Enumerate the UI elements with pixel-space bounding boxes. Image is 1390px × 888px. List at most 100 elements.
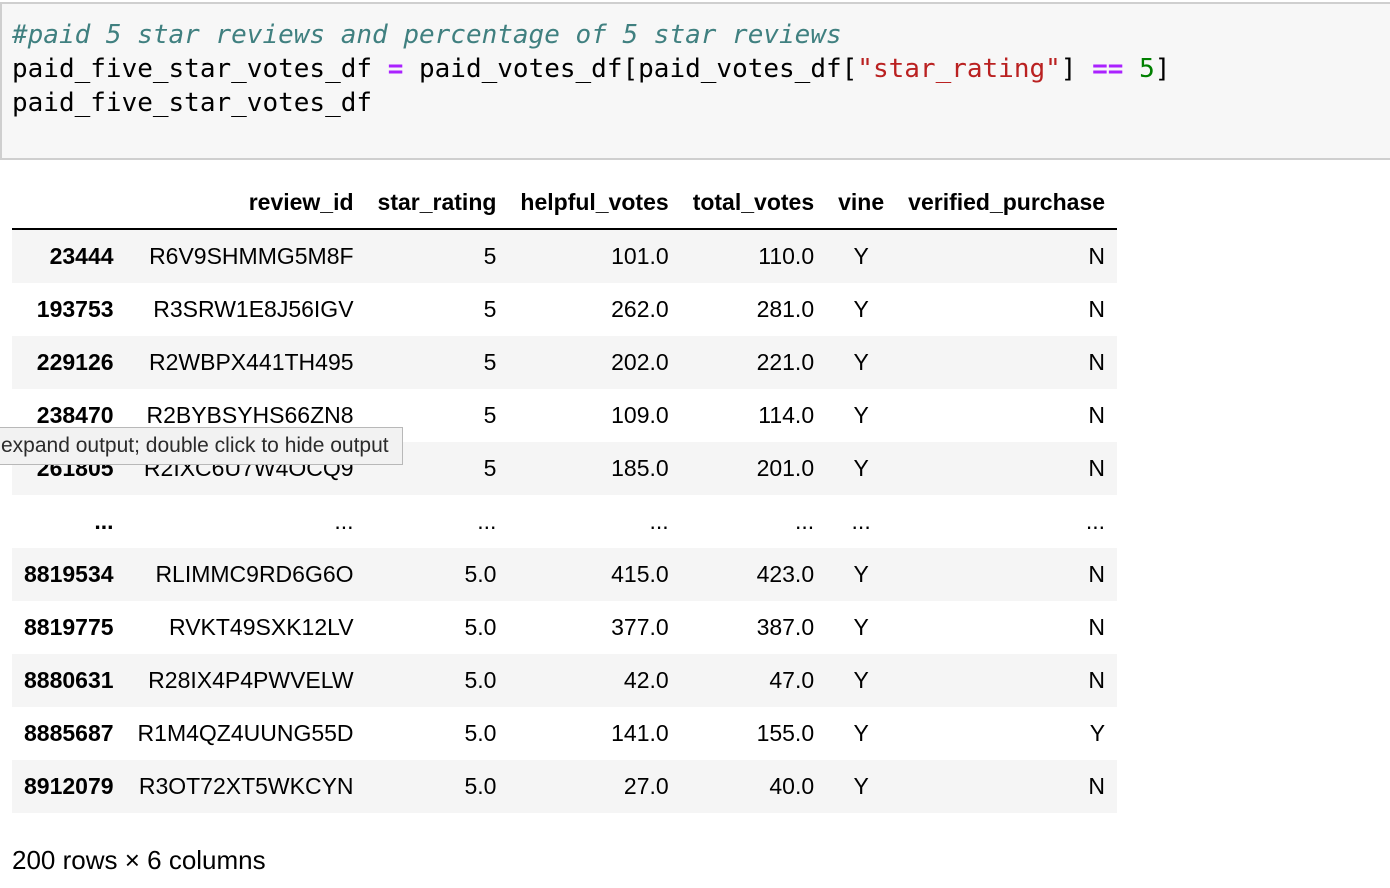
cell-total-votes: 114.0	[758, 402, 815, 428]
cell-verified-purchase: N	[1088, 773, 1106, 799]
table-header: review_id star_rating helpful_votes tota…	[12, 176, 1118, 230]
cell-vine: Y	[853, 243, 869, 269]
cell-verified-purchase: N	[1088, 402, 1106, 428]
header-review-id: review_id	[125, 176, 366, 230]
cell-star-rating: 5.0	[464, 614, 497, 640]
cell-star-rating: 5.0	[464, 773, 497, 799]
cell-review-id: R2WBPX441TH495	[149, 349, 354, 375]
cell-helpful-votes: 101.0	[611, 243, 669, 269]
cell-verified-purchase: N	[1088, 667, 1106, 693]
cell-verified-purchase: Y	[1089, 720, 1106, 746]
code-index-expr: paid_votes_df[paid_votes_df[	[403, 54, 858, 84]
header-helpful-votes: helpful_votes	[508, 176, 681, 230]
table-row: 193753 R3SRW1E8J56IGV 5 262.0 281.0 Y N	[12, 283, 1118, 336]
code-output-expr: paid_five_star_votes_df	[12, 88, 373, 118]
row-index: 23444	[49, 243, 114, 269]
header-row: review_id star_rating helpful_votes tota…	[12, 176, 1118, 230]
cell-verified-purchase: N	[1088, 614, 1106, 640]
table-body: 23444 R6V9SHMMG5M8F 5 101.0 110.0 Y N 19…	[12, 229, 1118, 813]
table-row: 8819534 RLIMMC9RD6G6O 5.0 415.0 423.0 Y …	[12, 548, 1118, 601]
table-row: 23444 R6V9SHMMG5M8F 5 101.0 110.0 Y N	[12, 229, 1118, 283]
row-index: ...	[94, 508, 114, 534]
code-assign-operator: =	[387, 54, 404, 84]
cell-review-id: R3OT72XT5WKCYN	[138, 773, 354, 799]
cell-helpful-votes: 42.0	[623, 667, 669, 693]
code-lhs: paid_five_star_votes_df	[12, 54, 388, 84]
cell-verified-purchase: N	[1088, 561, 1106, 587]
cell-vine: Y	[853, 296, 869, 322]
cell-star-rating: 5.0	[464, 667, 497, 693]
cell-star-rating: 5	[483, 349, 497, 375]
code-comment: #paid 5 star reviews and percentage of 5…	[12, 20, 842, 50]
cell-vine: Y	[853, 614, 869, 640]
cell-verified-purchase: N	[1088, 296, 1106, 322]
table-row: 8912079 R3OT72XT5WKCYN 5.0 27.0 40.0 Y N	[12, 760, 1118, 813]
header-vine: vine	[826, 176, 897, 230]
row-index: 8819534	[24, 561, 114, 587]
dataframe-shape-note: 200 rows × 6 columns	[12, 845, 266, 875]
code-string-literal: "star_rating"	[857, 54, 1061, 84]
header-verified-purchase: verified_purchase	[896, 176, 1118, 230]
output-toggle-tooltip: expand output; double click to hide outp…	[0, 427, 403, 465]
cell-review-id: R1M4QZ4UUNG55D	[137, 720, 354, 746]
cell-total-votes: 110.0	[758, 243, 815, 269]
code-bracket-end: ]	[1154, 54, 1171, 84]
cell-total-votes: 47.0	[769, 667, 815, 693]
row-index: 8912079	[24, 773, 114, 799]
cell-total-votes: 221.0	[756, 349, 815, 375]
cell-total-votes: 281.0	[756, 296, 815, 322]
code-number-literal: 5	[1139, 54, 1155, 84]
header-star-rating: star_rating	[365, 176, 509, 230]
cell-vine: Y	[853, 561, 869, 587]
row-index: 8819775	[24, 614, 114, 640]
code-assignment-line: paid_five_star_votes_df = paid_votes_df[…	[12, 52, 1170, 86]
cell-vine: Y	[853, 455, 869, 481]
cell-helpful-votes: 27.0	[623, 773, 669, 799]
cell-helpful-votes: 141.0	[611, 720, 669, 746]
cell-total-votes: 201.0	[756, 455, 815, 481]
table-row: 8885687 R1M4QZ4UUNG55D 5.0 141.0 155.0 Y…	[12, 707, 1118, 760]
cell-total-votes: 155.0	[756, 720, 815, 746]
cell-total-votes: 387.0	[756, 614, 815, 640]
cell-star-rating: ...	[477, 508, 497, 534]
cell-vine: Y	[853, 667, 869, 693]
code-output-expr-line: paid_five_star_votes_df	[12, 86, 372, 120]
cell-total-votes: 423.0	[756, 561, 815, 587]
table-row: 229126 R2WBPX441TH495 5 202.0 221.0 Y N	[12, 336, 1118, 389]
row-index: 8885687	[24, 720, 114, 746]
cell-star-rating: 5	[483, 243, 497, 269]
header-total-votes: total_votes	[680, 176, 827, 230]
cell-helpful-votes: 262.0	[611, 296, 669, 322]
cell-vine: Y	[853, 720, 869, 746]
cell-vine: ...	[851, 508, 871, 534]
cell-review-id: RLIMMC9RD6G6O	[155, 561, 354, 587]
cell-review-id: ...	[334, 508, 354, 534]
cell-helpful-votes: ...	[649, 508, 669, 534]
row-index: 229126	[36, 349, 114, 375]
row-index: 193753	[36, 296, 114, 322]
header-index	[12, 176, 126, 230]
table-row: 8819775 RVKT49SXK12LV 5.0 377.0 387.0 Y …	[12, 601, 1118, 654]
cell-verified-purchase: ...	[1085, 508, 1106, 534]
cell-verified-purchase: N	[1088, 349, 1106, 375]
table-row-ellipsis: ... ... ... ... ... ... ...	[12, 495, 1118, 548]
dataframe-table: review_id star_rating helpful_votes tota…	[12, 176, 1118, 813]
cell-star-rating: 5.0	[464, 561, 497, 587]
cell-review-id: RVKT49SXK12LV	[169, 614, 354, 640]
cell-review-id: R6V9SHMMG5M8F	[149, 243, 354, 269]
cell-helpful-votes: 202.0	[611, 349, 669, 375]
cell-helpful-votes: 185.0	[611, 455, 669, 481]
cell-helpful-votes: 415.0	[611, 561, 669, 587]
row-index: 8880631	[24, 667, 114, 693]
code-cell[interactable]: #paid 5 star reviews and percentage of 5…	[0, 2, 1390, 160]
cell-total-votes: 40.0	[769, 773, 815, 799]
cell-verified-purchase: N	[1088, 243, 1106, 269]
table-row: 8880631 R28IX4P4PWVELW 5.0 42.0 47.0 Y N	[12, 654, 1118, 707]
cell-star-rating: 5.0	[464, 720, 497, 746]
cell-vine: Y	[853, 349, 869, 375]
cell-helpful-votes: 109.0	[611, 402, 669, 428]
cell-vine: Y	[853, 773, 869, 799]
code-comment-line: #paid 5 star reviews and percentage of 5…	[12, 18, 842, 52]
cell-star-rating: 5	[483, 296, 497, 322]
